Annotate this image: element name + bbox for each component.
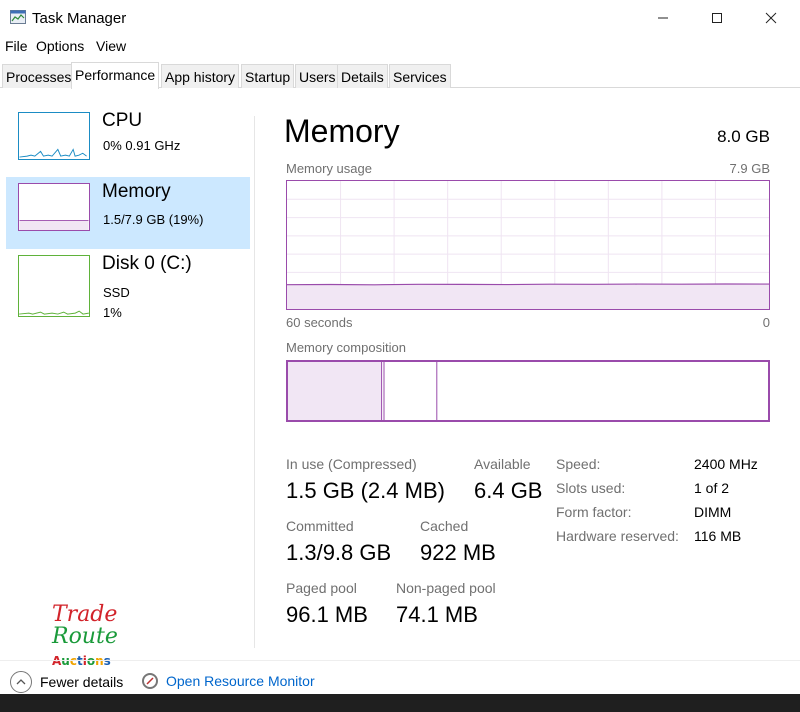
form-factor-value: DIMM xyxy=(694,504,732,520)
maximize-button[interactable] xyxy=(692,0,742,36)
speed-value: 2400 MHz xyxy=(694,456,758,472)
tab-bar: Processes Performance App history Startu… xyxy=(0,62,800,89)
cached-value: 922 MB xyxy=(420,540,496,565)
logo-line-3: Auctions xyxy=(52,654,111,668)
page-title: Memory xyxy=(284,113,400,149)
fewer-details-label: Fewer details xyxy=(40,674,124,690)
sidebar-disk-usage: 1% xyxy=(103,305,122,320)
composition-in-use xyxy=(288,362,382,420)
tab-details[interactable]: Details xyxy=(337,64,388,88)
resource-monitor-icon xyxy=(142,673,158,689)
tab-users[interactable]: Users xyxy=(295,64,340,88)
open-resource-monitor-link[interactable]: Open Resource Monitor xyxy=(142,673,315,689)
usage-graph-area xyxy=(287,283,769,309)
title-bar: Task Manager xyxy=(0,0,800,36)
logo-line-2: Route xyxy=(52,624,118,649)
trade-route-auctions-logo: Trade Route Auctions xyxy=(50,602,130,672)
window-title: Task Manager xyxy=(32,10,127,27)
sidebar-item-cpu[interactable]: CPU 0% 0.91 GHz xyxy=(6,106,250,178)
memory-usage-graph xyxy=(286,180,770,310)
open-resource-monitor-label: Open Resource Monitor xyxy=(166,673,315,689)
memory-total: 8.0 GB xyxy=(717,127,770,146)
memory-thumbnail-graph xyxy=(18,183,90,231)
menu-view[interactable]: View xyxy=(96,38,126,54)
usage-graph-label: Memory usage xyxy=(286,161,372,176)
tab-processes[interactable]: Processes xyxy=(2,64,76,88)
sidebar-memory-usage: 1.5/7.9 GB (19%) xyxy=(103,212,204,227)
non-paged-pool-value: 74.1 MB xyxy=(396,602,478,627)
cached-label: Cached xyxy=(420,518,469,534)
task-manager-icon xyxy=(10,10,26,24)
close-icon xyxy=(765,12,777,24)
sidebar-disk-type: SSD xyxy=(103,285,130,300)
minimize-icon xyxy=(658,17,668,19)
usage-graph-line xyxy=(287,283,769,286)
paged-pool-label: Paged pool xyxy=(286,580,357,596)
committed-label: Committed xyxy=(286,518,354,534)
sidebar-item-disk[interactable]: Disk 0 (C:) SSD 1% xyxy=(6,249,250,321)
paged-pool-value: 96.1 MB xyxy=(286,602,368,627)
slots-used-value: 1 of 2 xyxy=(694,480,730,496)
maximize-icon xyxy=(712,13,722,23)
minimize-button[interactable] xyxy=(638,0,688,36)
speed-label: Speed: xyxy=(556,456,601,472)
memory-composition-bar xyxy=(286,360,770,422)
sidebar-cpu-name: CPU xyxy=(102,110,143,131)
sidebar-cpu-usage: 0% 0.91 GHz xyxy=(103,138,181,153)
hardware-reserved-label: Hardware reserved: xyxy=(556,528,679,544)
tab-services[interactable]: Services xyxy=(389,64,451,88)
in-use-label: In use (Compressed) xyxy=(286,456,417,472)
usage-axis-right: 0 xyxy=(762,315,770,330)
cpu-thumbnail-graph xyxy=(18,112,90,160)
disk-thumbnail-graph xyxy=(18,255,90,317)
available-value: 6.4 GB xyxy=(474,478,543,503)
slots-used-label: Slots used: xyxy=(556,480,626,496)
tab-app-history[interactable]: App history xyxy=(161,64,240,88)
sidebar-item-memory[interactable]: Memory 1.5/7.9 GB (19%) xyxy=(6,177,250,249)
non-paged-pool-label: Non-paged pool xyxy=(396,580,496,596)
composition-label: Memory composition xyxy=(286,340,406,355)
tab-performance[interactable]: Performance xyxy=(71,62,160,89)
hardware-reserved-value: 116 MB xyxy=(694,528,742,544)
in-use-value: 1.5 GB (2.4 MB) xyxy=(286,478,445,503)
committed-value: 1.3/9.8 GB xyxy=(286,540,392,565)
menu-file[interactable]: File xyxy=(5,38,28,54)
available-label: Available xyxy=(474,456,531,472)
close-button[interactable] xyxy=(746,0,796,36)
footer-separator xyxy=(0,660,800,661)
fewer-details-button[interactable]: Fewer details xyxy=(10,670,123,694)
panel-divider xyxy=(254,116,255,648)
form-factor-label: Form factor: xyxy=(556,504,632,520)
usage-graph-max: 7.9 GB xyxy=(729,161,770,176)
sidebar-disk-name: Disk 0 (C:) xyxy=(102,253,192,274)
menu-options[interactable]: Options xyxy=(36,38,84,54)
tab-startup[interactable]: Startup xyxy=(241,64,295,88)
sidebar-memory-name: Memory xyxy=(102,181,171,202)
taskbar-strip xyxy=(0,694,800,712)
usage-axis-left: 60 seconds xyxy=(286,315,353,330)
chevron-up-icon xyxy=(10,671,32,693)
